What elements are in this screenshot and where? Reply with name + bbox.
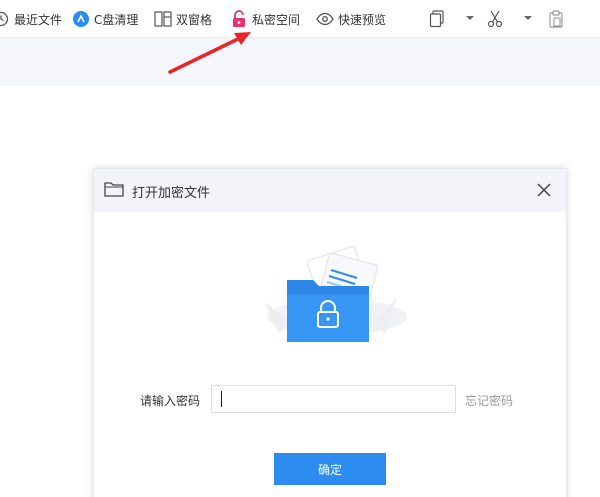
copy-button[interactable] [427,9,447,29]
scissors-icon [487,10,503,28]
dialog-title: 打开加密文件 [132,186,211,201]
password-label: 请输入密码 [140,394,201,408]
top-toolbar: 最近文件 C盘清理 双窗格 私密空间 快速预览 [0,0,600,38]
cut-dropdown-chevron-icon[interactable] [523,13,533,23]
quick-preview-label: 快速预览 [338,12,387,27]
cut-button[interactable] [485,9,505,29]
dual-pane-icon [154,10,172,28]
recent-files-label: 最近文件 [14,12,63,27]
dual-pane-button[interactable]: 双窗格 [154,9,212,29]
dual-pane-label: 双窗格 [176,12,213,27]
private-space-button[interactable]: 私密空间 [230,9,300,29]
recent-files-button[interactable]: 最近文件 [0,9,62,29]
open-encrypted-file-dialog: 打开加密文件 请输入密码 忘记密码 确定 [93,168,567,497]
broom-icon [72,10,90,28]
paste-button[interactable] [546,9,566,29]
clock-icon [0,10,10,28]
address-bar-area [0,38,600,86]
c-drive-clean-label: C盘清理 [94,12,139,27]
close-icon[interactable] [535,181,553,199]
copy-icon [429,10,444,28]
dialog-header: 打开加密文件 [94,169,566,212]
password-input[interactable] [211,385,456,413]
confirm-button[interactable]: 确定 [274,453,386,485]
lock-icon [230,10,248,28]
forgot-password-link[interactable]: 忘记密码 [465,392,513,409]
c-drive-clean-button[interactable]: C盘清理 [72,9,138,29]
folder-outline-icon [104,181,124,199]
eye-icon [316,10,334,28]
private-space-label: 私密空间 [252,12,301,27]
locked-folder-illustration [265,246,407,342]
text-cursor [221,391,222,407]
copy-dropdown-chevron-icon[interactable] [465,13,475,23]
quick-preview-button[interactable]: 快速预览 [316,9,386,29]
paste-icon [549,10,563,28]
